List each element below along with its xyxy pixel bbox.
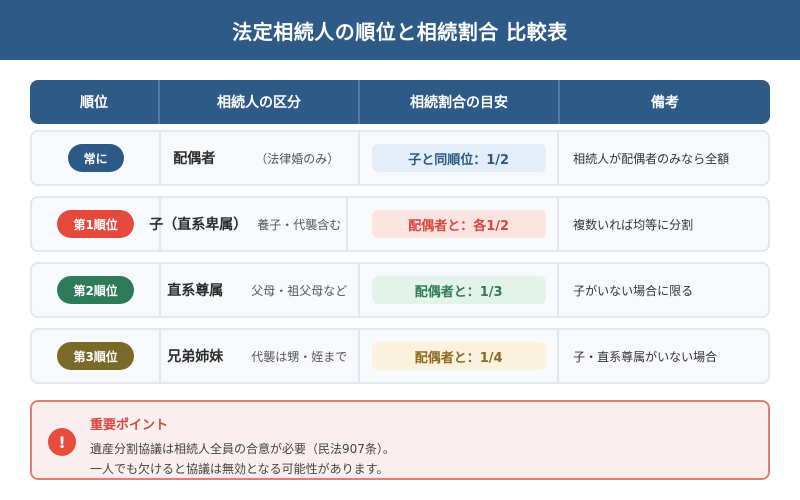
heir-name: 兄弟姉妹 — [167, 349, 224, 365]
heir-detail: （法律婚のみ） — [255, 151, 340, 166]
table-header: 順位 相続人の区分 相続割合の目安 備考 — [30, 80, 770, 124]
ratio-pill: 配偶者と：1/3 — [371, 276, 546, 304]
rank-badge: 常に — [67, 144, 124, 172]
heir-name: 子（直系卑属） — [149, 217, 248, 233]
heir-cell: 配偶者 （法律婚のみ） — [161, 132, 361, 184]
heir-name: 直系尊属 — [167, 283, 224, 299]
header-rank: 順位 — [30, 80, 160, 124]
header-heir: 相続人の区分 — [160, 80, 360, 124]
header-ratio: 相続割合の目安 — [360, 80, 560, 124]
ratio-cell: 配偶者と：1/4 — [360, 330, 560, 382]
table-row: 第2順位 直系尊属 父母・祖父母など 配偶者と：1/3 子がいない場合に限る — [30, 262, 770, 318]
note-cell: 相続人が配偶者のみなら全額 — [573, 151, 730, 166]
ratio-cell: 配偶者と：1/3 — [360, 264, 560, 316]
note-cell: 複数いれば均等に分割 — [573, 217, 694, 232]
point-title: 重要ポイント — [90, 418, 169, 433]
important-point-box: ! 重要ポイント 遺産分割協議は相続人全員の合意が必要（民法907条）。 一人で… — [30, 400, 770, 480]
rank-cell: 第1順位 — [32, 198, 162, 250]
note-cell: 子・直系尊属がいない場合 — [573, 349, 718, 364]
heir-detail: 父母・祖父母など — [251, 283, 348, 298]
heir-detail: 養子・代襲含む — [257, 217, 342, 232]
rank-cell: 第2順位 — [32, 264, 162, 316]
header-note: 備考 — [651, 95, 679, 111]
ratio-pill: 配偶者と：1/4 — [371, 342, 546, 370]
ratio-pill: 配偶者と：各1/2 — [371, 210, 546, 238]
note-cell: 子がいない場合に限る — [573, 283, 694, 298]
ratio-cell: 子と同順位：1/2 — [360, 132, 560, 184]
heir-name: 配偶者 — [173, 151, 216, 167]
rank-cell: 常に — [32, 132, 162, 184]
exclamation-icon: ! — [48, 428, 76, 456]
table-row: 第1順位 子（直系卑属） 養子・代襲含む 配偶者と：各1/2 複数いれば均等に分… — [30, 196, 770, 252]
heir-cell: 直系尊属 父母・祖父母など — [161, 264, 361, 316]
point-line-1: 遺産分割協議は相続人全員の合意が必要（民法907条）。 — [90, 442, 395, 456]
point-line-2: 一人でも欠けると協議は無効となる可能性があります。 — [90, 462, 389, 476]
ratio-pill: 子と同順位：1/2 — [371, 144, 546, 172]
heir-cell: 子（直系卑属） 養子・代襲含む — [149, 198, 349, 250]
table-row: 第3順位 兄弟姉妹 代襲は甥・姪まで 配偶者と：1/4 子・直系尊属がいない場合 — [30, 328, 770, 384]
rank-badge: 第2順位 — [57, 276, 134, 304]
ratio-cell: 配偶者と：各1/2 — [360, 198, 560, 250]
title-bar: 法定相続人の順位と相続割合 比較表 — [0, 0, 800, 60]
page-title: 法定相続人の順位と相続割合 比較表 — [232, 19, 568, 44]
heir-detail: 代襲は甥・姪まで — [251, 349, 348, 364]
rank-badge: 第1順位 — [57, 210, 134, 238]
table-row: 常に 配偶者 （法律婚のみ） 子と同順位：1/2 相続人が配偶者のみなら全額 — [30, 130, 770, 186]
rank-cell: 第3順位 — [32, 330, 162, 382]
heir-cell: 兄弟姉妹 代襲は甥・姪まで — [161, 330, 361, 382]
rank-badge: 第3順位 — [57, 342, 134, 370]
